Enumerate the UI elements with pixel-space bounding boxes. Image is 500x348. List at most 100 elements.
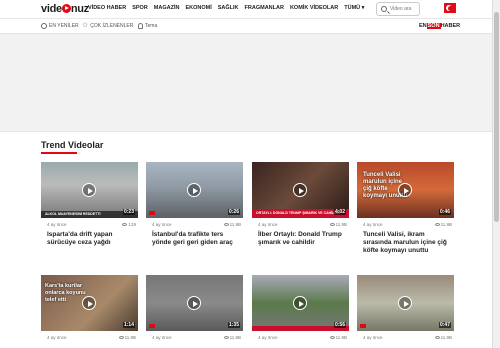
views-count: 11.9B bbox=[335, 222, 347, 227]
video-meta: 4 ay önce 11.9B bbox=[252, 334, 349, 344]
duration-badge: 1:14 bbox=[122, 322, 135, 328]
sonhaber-part-a: EN bbox=[419, 23, 427, 29]
views-count: 129 bbox=[128, 222, 136, 227]
play-icon bbox=[82, 296, 96, 310]
video-card[interactable]: 0:56 4 ay önce 11.9B bbox=[252, 275, 349, 344]
duration-badge: 1:35 bbox=[227, 322, 240, 328]
eye-icon bbox=[223, 223, 229, 226]
video-age: 4 ay önce bbox=[258, 222, 278, 227]
views-count: 11.9B bbox=[440, 335, 452, 340]
clock-icon bbox=[41, 23, 47, 29]
video-title[interactable]: Tunceli Valisi, ikram sırasında marulun … bbox=[357, 231, 454, 255]
ad-placeholder bbox=[0, 35, 492, 132]
duration-badge: 0:47 bbox=[438, 322, 451, 328]
theme-label: Tema bbox=[145, 23, 158, 29]
logo-badge-icon bbox=[149, 211, 155, 215]
nav-spor[interactable]: SPOR bbox=[132, 5, 148, 11]
video-meta: 4 ay önce 11.9B bbox=[146, 221, 243, 231]
tab-en-yeniler[interactable]: EN YENİLER bbox=[41, 23, 79, 29]
nav-magazin[interactable]: MAGAZİN bbox=[154, 5, 180, 11]
video-age: 4 ay önce bbox=[258, 335, 278, 340]
eye-icon bbox=[122, 223, 128, 226]
video-thumbnail[interactable]: ORTAYLI: DONALD TRUMP ŞIMARIK VE CAHİLDİ… bbox=[252, 162, 349, 218]
video-card[interactable]: 0:26 4 ay önce 11.9B İstanbul'da trafikt… bbox=[146, 162, 243, 247]
page-scrollbar[interactable] bbox=[492, 0, 500, 348]
play-icon bbox=[82, 183, 96, 197]
eye-icon bbox=[223, 336, 229, 339]
video-thumbnail[interactable]: 0:56 bbox=[252, 275, 349, 331]
views-count: 11.9B bbox=[335, 335, 347, 340]
section-title: Trend Videolar bbox=[41, 140, 104, 150]
video-meta: 4 ay önce 11.9B bbox=[357, 221, 454, 231]
video-card[interactable]: ALKOL MUAYENESİNİ REDDETTİ 0:23 4 ay önc… bbox=[41, 162, 138, 247]
duration-badge: 0:26 bbox=[227, 209, 240, 215]
page: vide nuz VİDEO HABER SPOR MAGAZİN EKONOMİ… bbox=[0, 0, 500, 348]
video-views: 11.9B bbox=[434, 222, 452, 227]
duration-badge: 0:56 bbox=[333, 322, 346, 328]
search-icon bbox=[381, 6, 387, 12]
play-icon bbox=[398, 183, 412, 197]
eye-icon bbox=[329, 223, 335, 226]
video-meta: 4 ay önce 129 bbox=[41, 221, 138, 231]
tab-cok-izlenenler-label: ÇOK İZLENENLER bbox=[90, 23, 134, 29]
eye-icon bbox=[329, 336, 335, 339]
thumbnail-caption: ALKOL MUAYENESİNİ REDDETTİ bbox=[45, 212, 101, 216]
bulb-icon bbox=[138, 23, 143, 29]
video-meta: 4 ay önce 11.9B bbox=[41, 334, 138, 344]
turkey-flag-icon[interactable] bbox=[444, 3, 456, 13]
video-meta: 4 ay önce 11.9B bbox=[146, 334, 243, 344]
sonhaber-part-b: SON bbox=[426, 23, 441, 29]
video-thumbnail[interactable]: Tunceli Valisi marulun içine çiğ köfte k… bbox=[357, 162, 454, 218]
son-haber-link[interactable]: ENSONHABER bbox=[419, 23, 460, 29]
nav-tumu-dropdown[interactable]: TÜMÜ ▾ bbox=[344, 5, 364, 11]
views-count: 11.9B bbox=[440, 222, 452, 227]
video-thumbnail[interactable]: 0:47 bbox=[357, 275, 454, 331]
video-card[interactable]: 0:47 4 ay önce 11.9B bbox=[357, 275, 454, 344]
eye-icon bbox=[434, 223, 440, 226]
play-icon bbox=[293, 296, 307, 310]
video-thumbnail[interactable]: 1:35 bbox=[146, 275, 243, 331]
nav-komik-videolar[interactable]: KOMİK VİDEOLAR bbox=[290, 5, 338, 11]
video-views: 11.9B bbox=[329, 222, 347, 227]
tab-cok-izlenenler[interactable]: ☆ ÇOK İZLENENLER bbox=[82, 22, 134, 29]
nav-ekonomi[interactable]: EKONOMİ bbox=[185, 5, 211, 11]
video-views: 129 bbox=[122, 222, 136, 227]
video-title[interactable]: Isparta'da drift yapan sürücüye ceza yağ… bbox=[41, 231, 138, 247]
video-thumbnail[interactable]: ALKOL MUAYENESİNİ REDDETTİ 0:23 bbox=[41, 162, 138, 218]
nav-fragmanlar[interactable]: FRAGMANLAR bbox=[245, 5, 284, 11]
logo-play-icon bbox=[61, 4, 71, 13]
eye-icon bbox=[118, 336, 124, 339]
search-placeholder: Video ara bbox=[390, 6, 412, 12]
video-card[interactable]: Kars'ta kurtlar onlarca koyunu telef ett… bbox=[41, 275, 138, 344]
nav-saglik[interactable]: SAĞLIK bbox=[218, 5, 239, 11]
video-card[interactable]: 1:35 4 ay önce 11.9B bbox=[146, 275, 243, 344]
search-input[interactable]: Video ara bbox=[376, 2, 420, 16]
site-logo[interactable]: vide nuz bbox=[41, 3, 89, 15]
video-age: 4 ay önce bbox=[363, 335, 383, 340]
video-card[interactable]: Tunceli Valisi marulun içine çiğ köfte k… bbox=[357, 162, 454, 255]
eye-icon bbox=[434, 336, 440, 339]
tab-en-yeniler-label: EN YENİLER bbox=[49, 23, 79, 29]
views-count: 11.9B bbox=[124, 335, 136, 340]
scrollbar-thumb[interactable] bbox=[494, 12, 499, 222]
duration-badge: 0:46 bbox=[438, 209, 451, 215]
video-meta: 4 ay önce 11.9B bbox=[357, 334, 454, 344]
video-thumbnail[interactable]: 0:26 bbox=[146, 162, 243, 218]
play-icon bbox=[187, 183, 201, 197]
video-age: 4 ay önce bbox=[152, 222, 172, 227]
star-icon: ☆ bbox=[82, 22, 89, 29]
video-thumbnail[interactable]: Kars'ta kurtlar onlarca koyunu telef ett… bbox=[41, 275, 138, 331]
video-views: 11.9B bbox=[223, 222, 241, 227]
video-views: 11.9B bbox=[329, 335, 347, 340]
duration-badge: 4:02 bbox=[333, 209, 346, 215]
sonhaber-part-c: HABER bbox=[440, 23, 461, 29]
logo-badge-icon bbox=[360, 324, 366, 328]
video-card[interactable]: ORTAYLI: DONALD TRUMP ŞIMARIK VE CAHİLDİ… bbox=[252, 162, 349, 247]
video-age: 4 ay önce bbox=[47, 335, 67, 340]
nav-video-haber[interactable]: VİDEO HABER bbox=[88, 5, 126, 11]
video-title[interactable]: İstanbul'da trafikte ters yönde geri ger… bbox=[146, 231, 243, 247]
play-icon bbox=[187, 296, 201, 310]
video-title[interactable]: İlber Ortaylı: Donald Trump şımarık ve c… bbox=[252, 231, 349, 247]
theme-toggle[interactable]: Tema bbox=[138, 23, 157, 29]
play-icon bbox=[398, 296, 412, 310]
